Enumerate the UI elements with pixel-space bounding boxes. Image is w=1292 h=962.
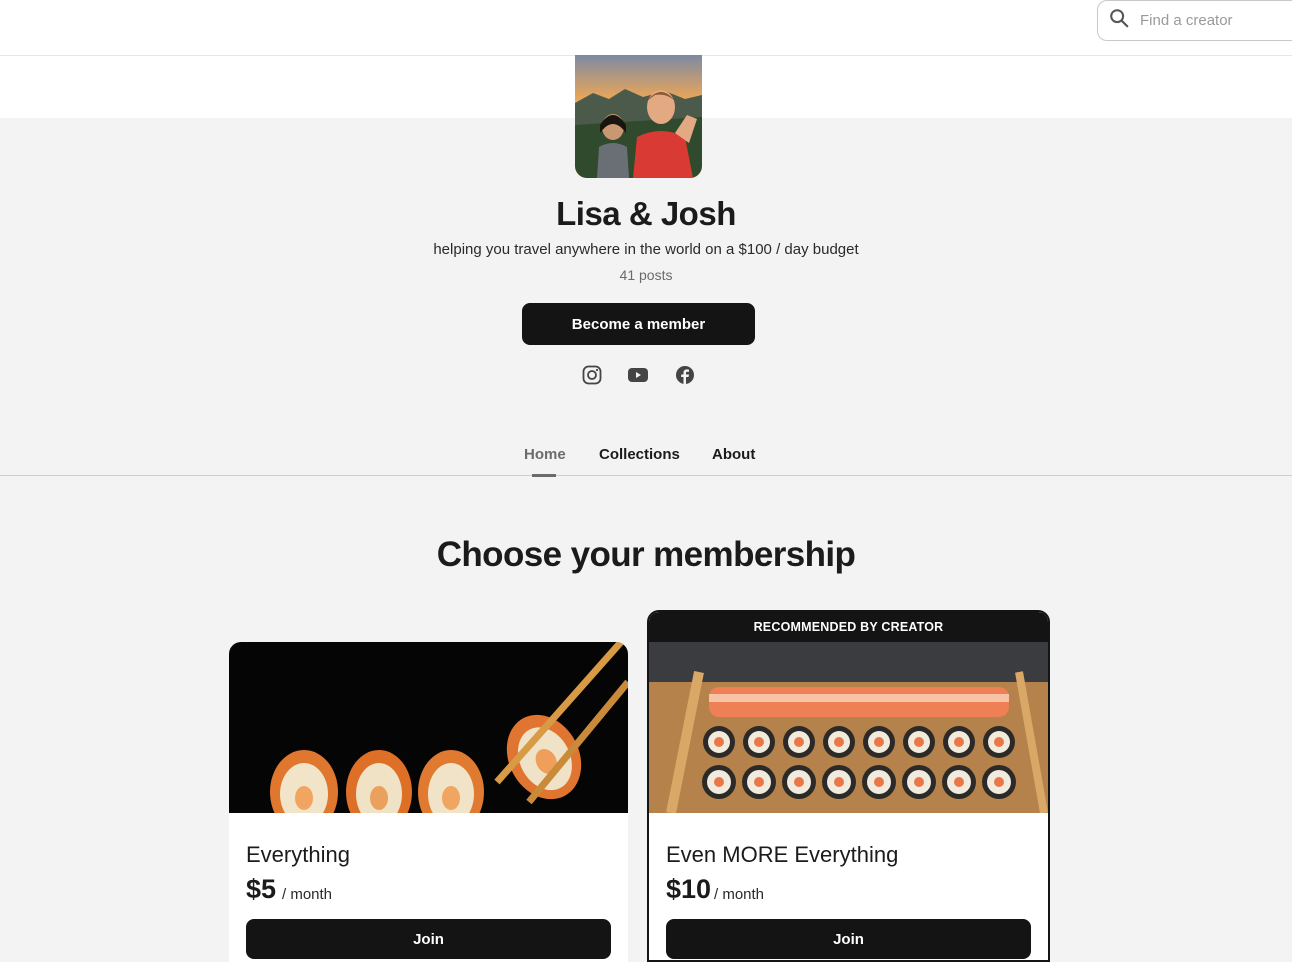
tier-card-everything: Everything $5 / month Join xyxy=(229,642,628,962)
tier-period: / month xyxy=(714,886,765,903)
membership-title: Choose your membership xyxy=(436,535,856,574)
tab-home[interactable]: Home xyxy=(524,446,566,463)
creator-avatar[interactable] xyxy=(575,55,702,178)
instagram-icon[interactable] xyxy=(581,364,603,386)
recommended-banner: RECOMMENDED BY CREATOR xyxy=(649,612,1048,642)
post-count: 41 posts xyxy=(619,267,673,283)
youtube-icon[interactable] xyxy=(627,364,649,386)
tier-image xyxy=(229,642,628,813)
tier-price: $10 xyxy=(666,874,712,904)
tier-period: / month xyxy=(282,886,333,903)
tabs-divider xyxy=(0,475,1292,476)
tier-price: $5 xyxy=(246,874,277,904)
search-box[interactable] xyxy=(1097,0,1292,41)
become-member-button[interactable]: Become a member xyxy=(522,303,755,345)
join-button[interactable]: Join xyxy=(246,919,611,959)
search-input[interactable] xyxy=(1138,11,1292,30)
tier-name: Even MORE Everything xyxy=(666,842,899,867)
tier-image xyxy=(649,642,1048,813)
tab-about[interactable]: About xyxy=(712,446,755,463)
creator-tagline: helping you travel anywhere in the world… xyxy=(433,241,859,258)
creator-name: Lisa & Josh xyxy=(556,195,736,232)
tier-name: Everything xyxy=(246,842,350,867)
tab-collections[interactable]: Collections xyxy=(599,446,680,463)
search-icon xyxy=(1108,7,1130,34)
tier-card-even-more-everything: RECOMMENDED BY CREATOR Even MORE Everyth… xyxy=(647,610,1050,962)
facebook-icon[interactable] xyxy=(674,364,696,386)
active-tab-indicator xyxy=(532,474,556,477)
join-button[interactable]: Join xyxy=(666,919,1031,959)
